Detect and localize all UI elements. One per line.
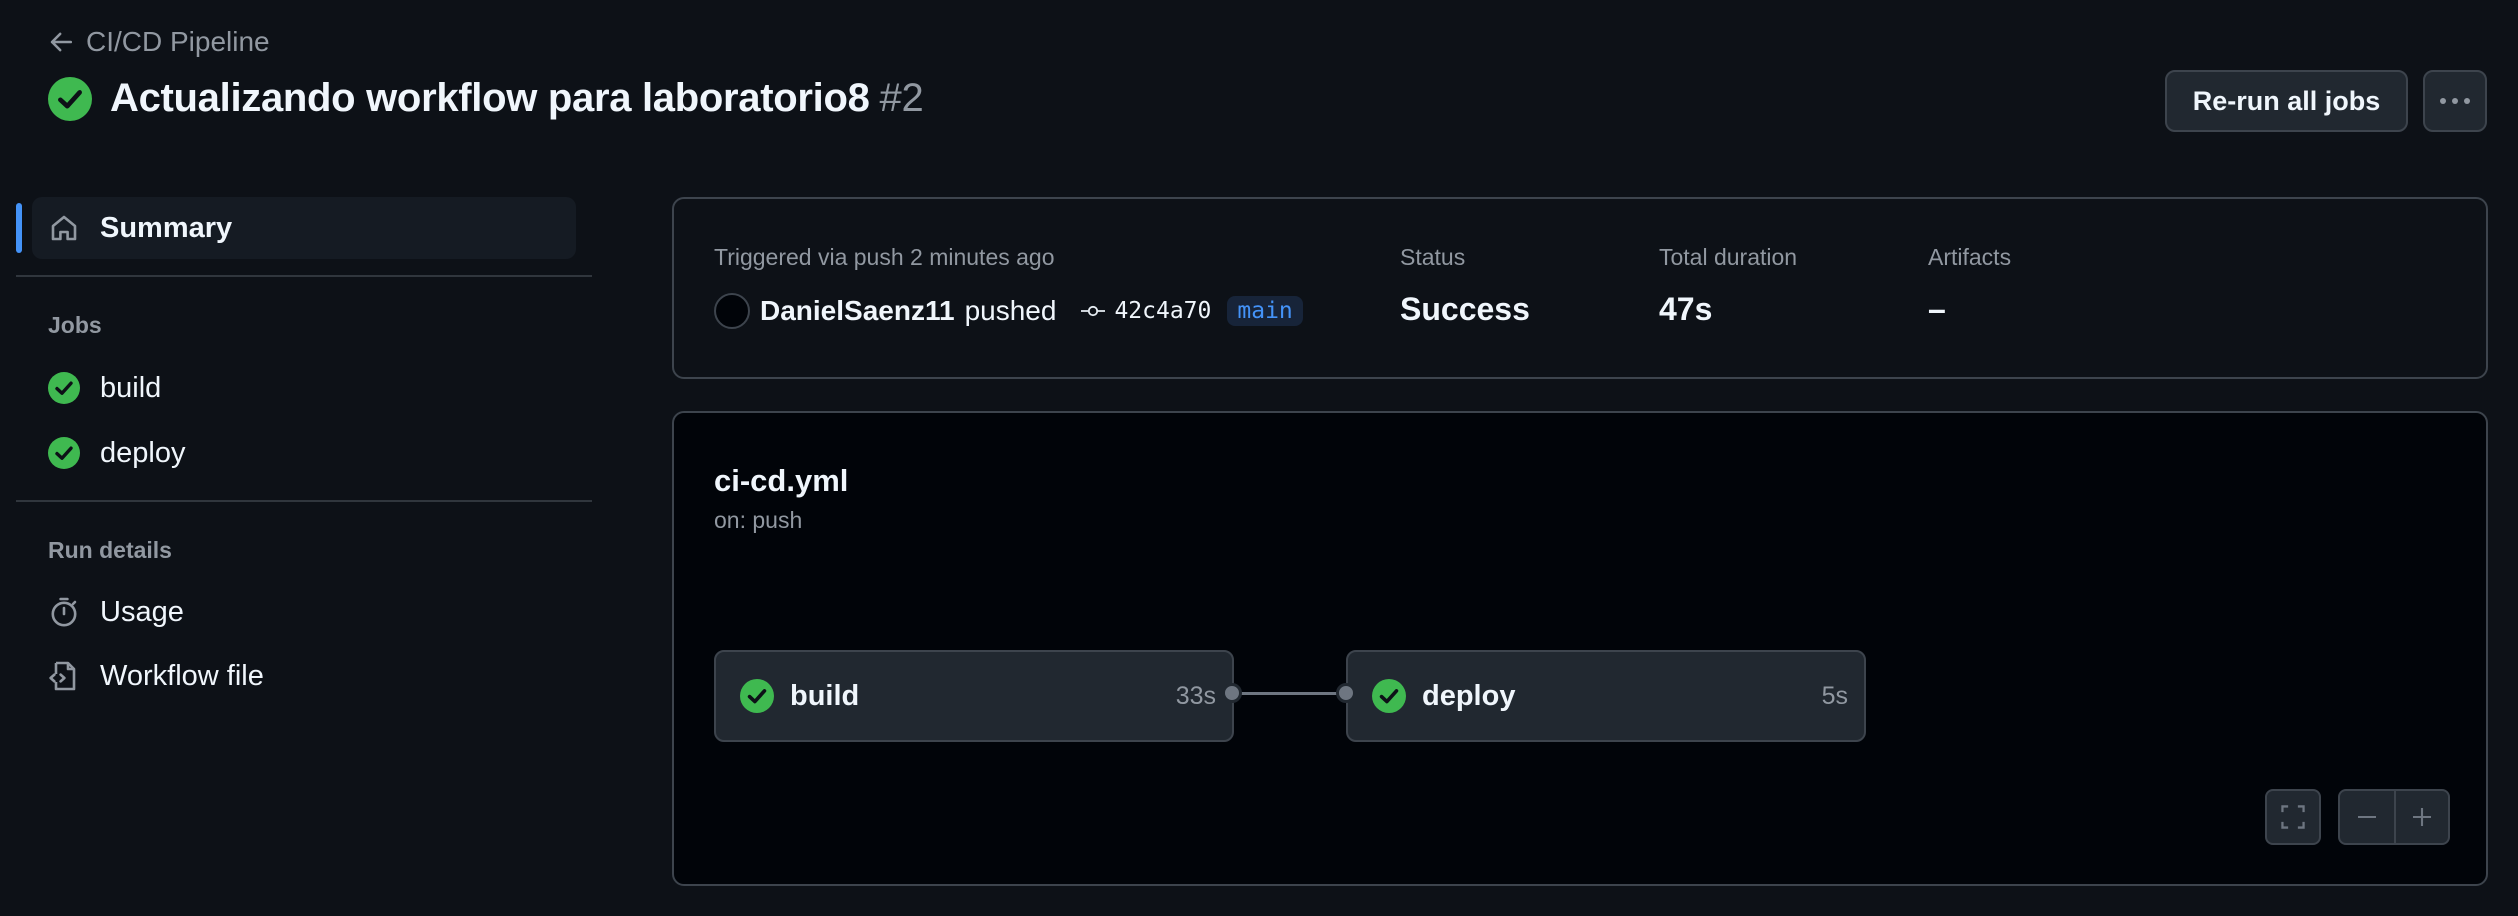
job-duration: 5s xyxy=(1821,681,1848,710)
job-node-build[interactable]: build 33s xyxy=(714,650,1234,742)
action-text: pushed xyxy=(964,295,1057,326)
check-circle-icon xyxy=(48,76,92,121)
sidebar-item-label: Summary xyxy=(100,211,233,244)
job-name: build xyxy=(790,679,860,712)
plus-icon xyxy=(2410,805,2434,829)
branch-badge[interactable]: main xyxy=(1227,296,1303,326)
divider xyxy=(16,275,592,277)
fullscreen-icon xyxy=(2280,804,2306,830)
actor-link[interactable]: DanielSaenz11 xyxy=(760,295,955,327)
sidebar-item-label: deploy xyxy=(100,436,186,469)
check-circle-icon xyxy=(48,437,80,469)
commit-sha: 42c4a70 xyxy=(1114,298,1212,324)
check-circle-icon xyxy=(740,679,774,713)
minus-icon xyxy=(2355,805,2379,829)
commit-link[interactable]: 42c4a70 xyxy=(1080,298,1211,324)
job-duration: 33s xyxy=(1175,681,1216,710)
sidebar-item-deploy[interactable]: deploy xyxy=(48,431,185,475)
duration-value: 47s xyxy=(1659,291,1713,327)
run-number: #2 xyxy=(879,76,924,120)
job-connector xyxy=(1232,692,1346,695)
status-value: Success xyxy=(1400,291,1530,327)
duration-label: Total duration xyxy=(1659,244,1798,270)
divider xyxy=(16,500,592,502)
back-link-label: CI/CD Pipeline xyxy=(86,26,270,57)
kebab-horizontal-icon xyxy=(2439,97,2471,105)
job-node-deploy[interactable]: deploy 5s xyxy=(1346,650,1866,742)
status-label: Status xyxy=(1400,244,1466,270)
workflow-file-name: ci-cd.yml xyxy=(714,463,849,498)
arrow-left-icon xyxy=(48,29,74,55)
jobs-heading: Jobs xyxy=(48,312,102,338)
connector-dot xyxy=(1336,683,1356,703)
job-name: deploy xyxy=(1422,679,1516,712)
zoom-out-button[interactable] xyxy=(2340,789,2394,845)
artifacts-value: – xyxy=(1928,291,1946,327)
zoom-in-button[interactable] xyxy=(2394,789,2448,845)
more-options-button[interactable] xyxy=(2423,70,2487,132)
run-details-heading: Run details xyxy=(48,537,172,563)
trigger-details: DanielSaenz11 pushed 42c4a70 main xyxy=(714,293,1303,329)
sidebar-item-label: Usage xyxy=(100,595,184,628)
stopwatch-icon xyxy=(48,596,80,628)
home-icon xyxy=(48,212,80,244)
sidebar-item-label: Workflow file xyxy=(100,659,264,692)
artifacts-label: Artifacts xyxy=(1928,244,2012,270)
sidebar-item-usage[interactable]: Usage xyxy=(48,590,184,634)
active-indicator xyxy=(16,203,22,253)
zoom-controls xyxy=(2338,789,2450,845)
file-code-icon xyxy=(48,660,80,692)
page-title: Actualizando workflow para laboratorio8 #… xyxy=(48,76,924,121)
sidebar-item-build[interactable]: build xyxy=(48,366,161,410)
check-circle-icon xyxy=(1372,679,1406,713)
fullscreen-button[interactable] xyxy=(2265,789,2321,845)
connector-dot xyxy=(1222,683,1242,703)
back-link[interactable]: CI/CD Pipeline xyxy=(48,26,270,58)
sidebar-item-label: build xyxy=(100,371,162,404)
rerun-all-jobs-button[interactable]: Re-run all jobs xyxy=(2165,70,2408,132)
sidebar-item-summary[interactable]: Summary xyxy=(32,197,576,259)
trigger-text: Triggered via push 2 minutes ago xyxy=(714,244,1055,270)
sidebar-item-workflow-file[interactable]: Workflow file xyxy=(48,654,264,698)
workflow-trigger: on: push xyxy=(714,507,803,533)
git-commit-icon xyxy=(1080,303,1106,319)
run-title: Actualizando workflow para laboratorio8 #… xyxy=(110,76,924,120)
workflow-graph: ci-cd.yml on: push build 33s deploy 5s xyxy=(672,411,2488,886)
run-summary-card: Triggered via push 2 minutes ago DanielS… xyxy=(672,197,2488,379)
avatar[interactable] xyxy=(714,293,750,329)
check-circle-icon xyxy=(48,372,80,404)
